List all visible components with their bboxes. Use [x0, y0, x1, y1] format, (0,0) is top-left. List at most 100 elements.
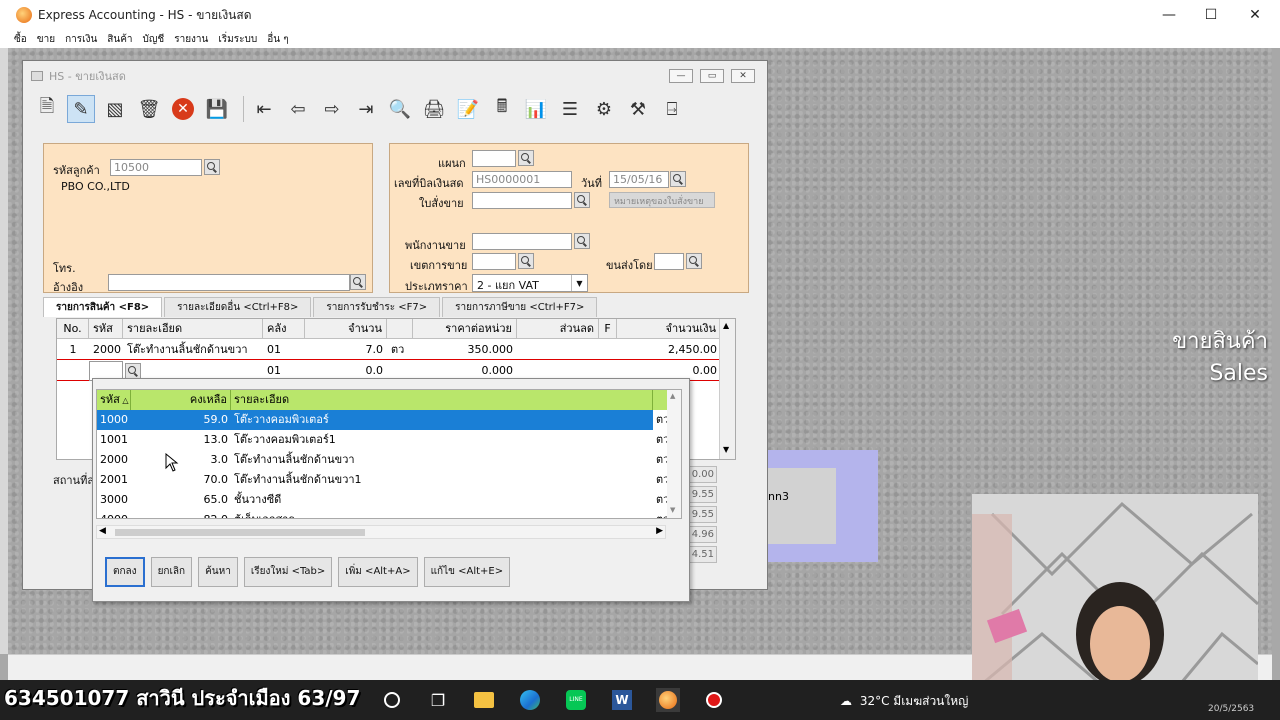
word-icon[interactable]: W	[610, 688, 634, 712]
salesperson-input[interactable]	[472, 233, 572, 250]
lookup-row[interactable]: 4000 82.0 ตู้เก็บเอกสาร ตว	[97, 510, 669, 518]
bill-no-input[interactable]	[472, 171, 572, 188]
calculator-icon[interactable]: 🖩	[488, 95, 516, 123]
menu-account[interactable]: บัญชี	[143, 32, 165, 47]
grid-header-row: No. รหัส รายละเอียด คลัง จำนวน ราคาต่อหน…	[57, 319, 721, 339]
scroll-down-icon[interactable]: ▼	[670, 506, 675, 514]
minimize-button[interactable]: —	[1146, 0, 1192, 30]
lookup-horizontal-scrollbar[interactable]: ◀ ▶	[96, 525, 666, 539]
scroll-up-icon[interactable]: ▲	[670, 392, 675, 400]
scroll-thumb[interactable]	[115, 529, 365, 536]
lookup-row[interactable]: 1000 59.0 โต๊ะวางคอมพิวเตอร์ ตว	[97, 410, 669, 430]
next-record-icon[interactable]: ⇨	[318, 95, 346, 123]
scroll-down-icon[interactable]: ▼	[723, 445, 729, 454]
tab-other-details[interactable]: รายละเอียดอื่น <Ctrl+F8>	[164, 297, 312, 317]
tools-icon[interactable]: ⚒	[624, 95, 652, 123]
resort-button[interactable]: เรียงใหม่ <Tab>	[243, 557, 333, 587]
line-icon[interactable]: LINE	[564, 688, 588, 712]
grid-scrollbar[interactable]: ▲ ▼	[719, 319, 735, 459]
sales-area-search-icon[interactable]	[518, 253, 534, 269]
lookup-header-code[interactable]: รหัส △	[97, 390, 131, 410]
exit-icon[interactable]: ⍈	[658, 95, 686, 123]
scroll-up-icon[interactable]: ▲	[723, 321, 729, 330]
price-type-select[interactable]: 2 - แยก VAT ▼	[472, 274, 588, 292]
sales-order-note-button[interactable]: หมายเหตุของใบสั่งขาย	[609, 192, 715, 208]
salesperson-search-icon[interactable]	[574, 233, 590, 249]
date-input[interactable]	[609, 171, 669, 188]
price-type-value: 2 - แยก VAT	[477, 279, 539, 292]
last-record-icon[interactable]: ⇥	[352, 95, 380, 123]
maximize-button[interactable]: ☐	[1188, 0, 1234, 30]
date-picker-icon[interactable]	[670, 171, 686, 187]
new-doc-icon[interactable]: 🗎	[33, 95, 61, 123]
sales-order-input[interactable]	[472, 192, 572, 209]
add-button[interactable]: เพิ่ม <Alt+A>	[338, 557, 418, 587]
grid-header: รายละเอียด	[123, 319, 263, 339]
scroll-right-icon[interactable]: ▶	[656, 526, 663, 536]
child-close-button[interactable]: ✕	[731, 69, 755, 83]
settings-icon[interactable]: ⚙	[590, 95, 618, 123]
file-explorer-icon[interactable]	[472, 688, 496, 712]
shipping-input[interactable]	[654, 253, 684, 270]
grid-header: ราคาต่อหน่วย	[413, 319, 517, 339]
menu-other[interactable]: อื่น ๆ	[267, 32, 288, 47]
search-doc-icon[interactable]: 🔍	[386, 95, 414, 123]
child-restore-button[interactable]: ▭	[700, 69, 724, 83]
shipping-search-icon[interactable]	[686, 253, 702, 269]
sales-label-thai: ขายสินค้า	[1172, 329, 1268, 354]
menu-report[interactable]: รายงาน	[174, 32, 208, 47]
row-code-search-icon[interactable]	[125, 363, 141, 379]
cancel-icon[interactable]: ✕	[169, 95, 197, 123]
menu-product[interactable]: สินค้า	[107, 32, 132, 47]
edge-icon[interactable]	[518, 688, 542, 712]
ok-button[interactable]: ตกลง	[105, 557, 145, 587]
record-icon[interactable]	[702, 688, 726, 712]
menu-sale[interactable]: ขาย	[37, 32, 55, 47]
previous-record-icon[interactable]: ⇦	[284, 95, 312, 123]
list-icon[interactable]: ☰	[556, 95, 584, 123]
close-button[interactable]: ✕	[1232, 0, 1278, 30]
tab-items[interactable]: รายการสินค้า <F8>	[43, 297, 163, 317]
cancel-button[interactable]: ยกเลิก	[150, 557, 193, 587]
edit-button[interactable]: แก้ไข <Alt+E>	[423, 557, 511, 587]
lookup-row[interactable]: 1001 13.0 โต๊ะวางคอมพิวเตอร์1 ตว	[97, 430, 669, 450]
webcam-image	[972, 494, 1258, 706]
cortana-icon[interactable]	[380, 688, 404, 712]
table-row[interactable]: 1 2000 โต๊ะทำงานลิ้นชักด้านขวา 01 7.0 ตว…	[57, 340, 721, 360]
menu-setup[interactable]: เริ่มระบบ	[218, 32, 257, 47]
department-search-icon[interactable]	[518, 150, 534, 166]
note-icon[interactable]: 📝	[454, 95, 482, 123]
print-icon[interactable]: 🖨	[420, 95, 448, 123]
lookup-row[interactable]: 2000 3.0 โต๊ะทำงานลิ้นชักด้านขวา ตว	[97, 450, 669, 470]
child-minimize-button[interactable]: —	[669, 69, 693, 83]
weather-widget[interactable]: ☁ 32°C มีเมฆส่วนใหญ่	[840, 692, 968, 711]
customer-code-input[interactable]	[110, 159, 202, 176]
lookup-row[interactable]: 2001 70.0 โต๊ะทำงานลิ้นชักด้านขวา1 ตว	[97, 470, 669, 490]
lookup-header-description[interactable]: รายละเอียด	[231, 390, 653, 410]
save-icon[interactable]: 💾	[203, 95, 231, 123]
first-record-icon[interactable]: ⇤	[250, 95, 278, 123]
scroll-left-icon[interactable]: ◀	[99, 526, 106, 536]
reference-search-icon[interactable]	[350, 274, 366, 290]
customer-search-icon[interactable]	[204, 159, 220, 175]
menu-finance[interactable]: การเงิน	[65, 32, 97, 47]
sales-order-search-icon[interactable]	[574, 192, 590, 208]
tab-payments[interactable]: รายการรับชำระ <F7>	[313, 297, 441, 317]
delete-doc-icon[interactable]: 🗑	[135, 95, 163, 123]
department-input[interactable]	[472, 150, 516, 167]
tab-sales-tax[interactable]: รายการภาษีขาย <Ctrl+F7>	[442, 297, 598, 317]
edit-doc-icon[interactable]: ✎	[67, 95, 95, 123]
lookup-row[interactable]: 3000 65.0 ชั้นวางซีดี ตว	[97, 490, 669, 510]
sales-area-input[interactable]	[472, 253, 516, 270]
row-discount	[517, 340, 599, 360]
void-doc-icon[interactable]: ▧	[101, 95, 129, 123]
task-view-icon[interactable]: ❐	[426, 688, 450, 712]
express-taskbar-icon[interactable]	[656, 688, 680, 712]
app-title-bar: Express Accounting - HS - ขายเงินสด — ☐ …	[0, 0, 1280, 30]
search-button[interactable]: ค้นหา	[198, 557, 238, 587]
report-icon[interactable]: 📊	[522, 95, 550, 123]
lookup-vertical-scrollbar[interactable]: ▲ ▼	[667, 390, 681, 518]
lookup-header-remaining[interactable]: คงเหลือ	[131, 390, 231, 410]
reference-input[interactable]	[108, 274, 350, 291]
menu-purchase[interactable]: ซื้อ	[14, 32, 27, 47]
